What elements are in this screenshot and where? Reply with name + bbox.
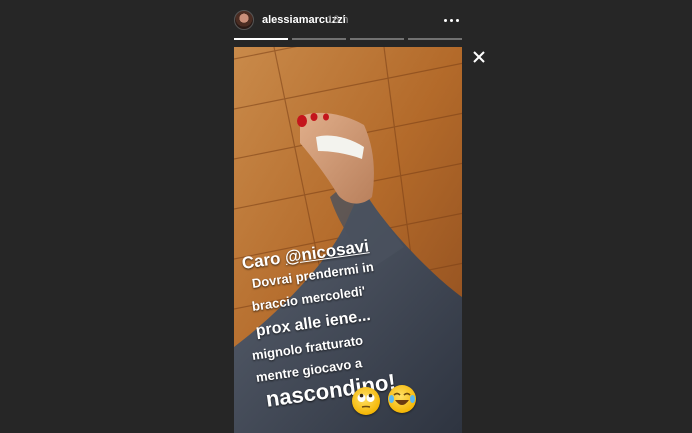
story-progress-bars (234, 38, 462, 40)
story-photo (234, 47, 462, 433)
avatar[interactable] (234, 10, 254, 30)
progress-fill (234, 38, 288, 40)
timestamp: 16 h (327, 14, 349, 26)
progress-segment (292, 38, 346, 40)
close-button[interactable] (470, 48, 488, 66)
story-header: alessiamarcuzzi 16 h (234, 8, 464, 32)
close-icon (473, 51, 485, 63)
progress-segment (408, 38, 462, 40)
more-options-icon[interactable] (441, 12, 461, 28)
progress-segment (234, 38, 288, 40)
story-media[interactable]: Caro @nicosavi Dovrai prendermi in bracc… (234, 47, 462, 433)
progress-segment (350, 38, 404, 40)
